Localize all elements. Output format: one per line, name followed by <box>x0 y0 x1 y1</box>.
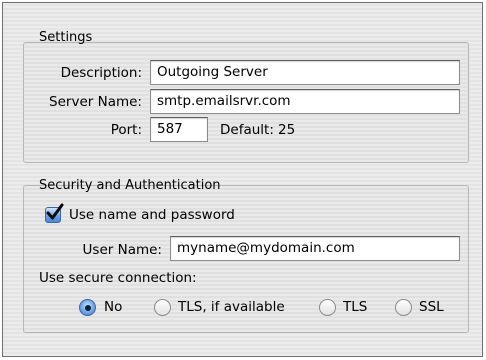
checkbox-box[interactable] <box>45 203 64 223</box>
radio-button[interactable] <box>395 299 412 316</box>
security-group-title: Security and Authentication <box>39 178 221 193</box>
radio-button[interactable] <box>319 299 336 316</box>
radio-label-ssl: SSL <box>419 299 444 315</box>
server-name-label: Server Name: <box>49 94 142 110</box>
server-name-field[interactable]: smtp.emailsrvr.com <box>150 89 460 114</box>
radio-label-tls-if-available: TLS, if available <box>178 299 285 315</box>
checkmark-icon <box>46 203 64 220</box>
default-port-label: Default: <box>220 122 274 138</box>
radio-label-no: No <box>104 299 123 315</box>
radio-button[interactable] <box>79 299 96 316</box>
port-field[interactable]: 587 <box>150 117 208 142</box>
settings-group-title: Settings <box>39 30 93 45</box>
radio-label-tls: TLS <box>343 299 368 315</box>
description-label: Description: <box>60 65 142 81</box>
radio-button[interactable] <box>154 299 171 316</box>
radio-option-tls-if-available[interactable]: TLS, if available <box>154 298 304 318</box>
radio-option-no[interactable]: No <box>79 298 139 318</box>
default-port-value: 25 <box>278 122 296 138</box>
user-name-label: User Name: <box>82 242 162 258</box>
use-name-password-checkbox[interactable]: Use name and password <box>45 203 285 226</box>
mail-server-settings-panel: Settings Description: Outgoing Server Se… <box>2 2 483 357</box>
description-field[interactable]: Outgoing Server <box>150 60 460 85</box>
user-name-field[interactable]: myname@mydomain.com <box>170 236 460 261</box>
use-name-password-label: Use name and password <box>69 207 235 223</box>
radio-option-tls[interactable]: TLS <box>319 298 379 318</box>
radio-option-ssl[interactable]: SSL <box>395 298 455 318</box>
port-label: Port: <box>110 122 142 138</box>
secure-connection-label: Use secure connection: <box>39 270 197 286</box>
